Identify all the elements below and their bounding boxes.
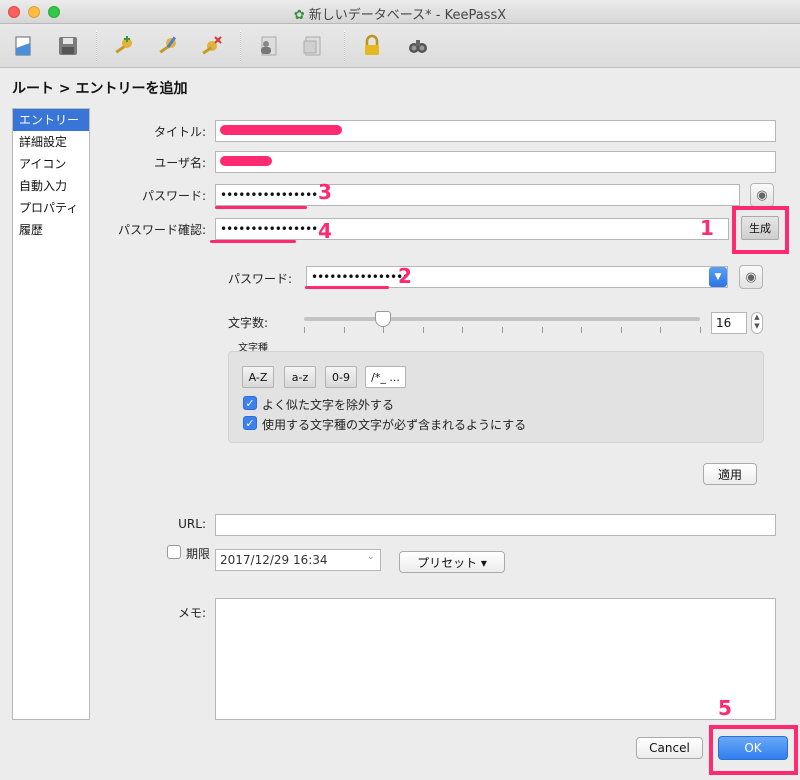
presets-button[interactable]: プリセット ▾ (399, 551, 505, 573)
copy-username-icon[interactable] (254, 32, 282, 60)
title-label: タイトル: (153, 125, 206, 139)
expires-datetime-field[interactable]: 2017/12/29 16:34 (215, 549, 381, 571)
sidebar-item-history[interactable]: 履歴 (13, 219, 89, 241)
window-title: ✿ 新しいデータベース* - KeePassX (0, 4, 800, 23)
exclude-similar-label: よく似た文字を除外する (262, 398, 395, 412)
charset-digits-toggle[interactable]: 0-9 (325, 366, 357, 388)
slider-tick (620, 327, 622, 333)
generated-password-field[interactable]: •••••••••••••••• (306, 266, 728, 288)
annotation-highlight-box (709, 725, 798, 775)
username-label: ユーザ名: (154, 156, 206, 170)
password-field[interactable]: •••••••••••••••• (215, 184, 740, 206)
slider-tick (462, 327, 464, 333)
sidebar-item-autotype[interactable]: 自動入力 (13, 175, 89, 197)
window-title-text: 新しいデータベース* - KeePassX (308, 8, 507, 23)
notes-textarea[interactable] (215, 598, 776, 720)
save-icon[interactable] (54, 32, 82, 60)
toolbar-separator (96, 30, 97, 62)
slider-tick (541, 327, 543, 333)
toolbar-separator (344, 30, 345, 62)
password-label: パスワード: (141, 189, 206, 203)
expires-label: 期限 (186, 547, 211, 561)
annotation-number-3: 3 (318, 180, 332, 204)
every-group-label: 使用する文字種の文字が必ず含まれるようにする (262, 418, 527, 432)
chevron-down-icon[interactable]: ▼ (709, 267, 727, 287)
length-spinbox[interactable]: 16 (711, 312, 747, 334)
confirm-password-label: パスワード確認: (117, 223, 206, 237)
exclude-similar-checkbox[interactable]: ✓ (243, 396, 257, 410)
lock-icon[interactable] (358, 32, 386, 60)
annotation-number-2: 2 (398, 264, 412, 288)
slider-tick (660, 327, 662, 333)
sidebar-item-advanced[interactable]: 詳細設定 (13, 131, 89, 153)
cancel-button[interactable]: Cancel (636, 737, 703, 759)
title-bar: ✿ 新しいデータベース* - KeePassX (0, 0, 800, 24)
edit-entry-icon[interactable] (154, 32, 182, 60)
apply-button[interactable]: 適用 (703, 463, 757, 485)
length-label: 文字数: (228, 316, 269, 330)
toolbar-separator (240, 30, 241, 62)
sidebar-item-properties[interactable]: プロパティ (13, 197, 89, 219)
redaction-mark (220, 125, 342, 135)
username-field[interactable] (215, 151, 776, 173)
add-entry-icon[interactable] (110, 32, 138, 60)
slider-tick (304, 327, 305, 333)
copy-password-icon[interactable] (298, 32, 326, 60)
every-group-checkbox[interactable]: ✓ (243, 416, 257, 430)
charset-uppercase-toggle[interactable]: A-Z (242, 366, 274, 388)
annotation-underline (215, 206, 307, 209)
length-stepper[interactable]: ▲ ▼ (751, 312, 763, 334)
new-database-icon[interactable] (10, 32, 38, 60)
annotation-highlight-box (732, 206, 789, 254)
sidebar-item-entry[interactable]: エントリー (13, 109, 89, 131)
redaction-mark (220, 156, 272, 166)
charset-lowercase-toggle[interactable]: a-z (284, 366, 316, 388)
charset-symbols-toggle[interactable]: /*_ ... (365, 366, 406, 388)
slider-tick (383, 327, 385, 333)
url-label: URL: (178, 517, 206, 531)
url-field[interactable] (215, 514, 776, 536)
toolbar (0, 24, 800, 68)
annotation-number-5: 5 (718, 696, 732, 720)
sidebar-item-icon[interactable]: アイコン (13, 153, 89, 175)
length-slider-thumb[interactable] (375, 311, 392, 327)
datetime-stepper-icon[interactable]: ⌄ (367, 552, 375, 562)
search-icon[interactable] (404, 32, 432, 60)
keepassx-logo-icon: ✿ (293, 8, 305, 23)
annotation-underline (210, 240, 296, 243)
generator-password-label: パスワード: (228, 272, 293, 286)
confirm-password-field[interactable]: •••••••••••••••• (215, 218, 729, 240)
length-slider[interactable] (304, 317, 700, 321)
slider-tick (581, 327, 583, 333)
slider-tick (422, 327, 424, 333)
show-generated-password-eye-icon[interactable]: ◉ (739, 265, 763, 289)
show-password-eye-icon[interactable]: ◉ (750, 183, 774, 207)
expires-checkbox[interactable] (167, 545, 181, 559)
slider-tick (343, 327, 345, 333)
notes-label: メモ: (177, 606, 206, 620)
slider-tick (502, 327, 503, 333)
breadcrumb: ルート > エントリーを追加 (12, 81, 188, 97)
annotation-underline (305, 286, 389, 289)
delete-entry-icon[interactable] (198, 32, 226, 60)
annotation-number-4: 4 (318, 219, 332, 243)
annotation-number-1: 1 (700, 216, 714, 240)
slider-tick (700, 327, 701, 333)
category-sidebar: エントリー 詳細設定 アイコン 自動入力 プロパティ 履歴 (12, 108, 90, 720)
